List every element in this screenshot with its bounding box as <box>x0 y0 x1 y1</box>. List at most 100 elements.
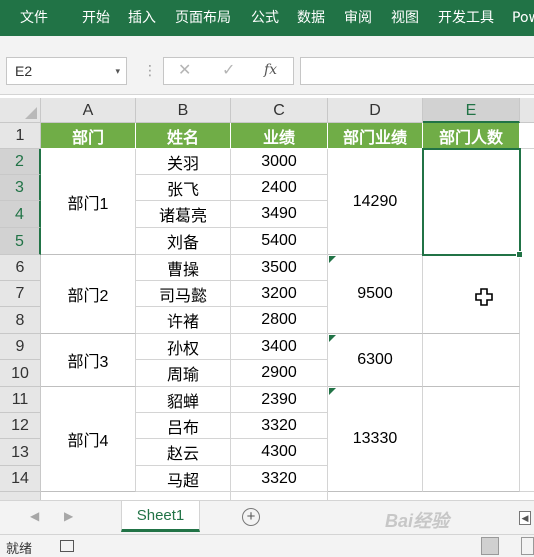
cancel-icon[interactable]: ✕ <box>178 60 191 80</box>
column-header-a[interactable]: A <box>41 98 136 123</box>
row-header-2[interactable]: 2 <box>0 149 41 175</box>
next-sheet-icon[interactable]: ▶ <box>64 509 73 523</box>
cell[interactable] <box>136 492 231 500</box>
score-cell[interactable]: 2390 <box>231 387 328 413</box>
sheet-tab-sheet1[interactable]: Sheet1 <box>121 501 200 532</box>
drag-handle-icon[interactable]: ⋮ <box>143 57 157 85</box>
cell[interactable] <box>520 149 534 492</box>
tab-home[interactable]: 开始 <box>82 0 110 36</box>
row-header-12[interactable]: 12 <box>0 413 41 439</box>
row-header-15[interactable] <box>0 492 41 500</box>
tab-view[interactable]: 视图 <box>391 0 419 36</box>
name-cell[interactable]: 许褚 <box>136 307 231 334</box>
name-cell[interactable]: 张飞 <box>136 175 231 201</box>
header-cell-department[interactable]: 部门 <box>41 123 136 149</box>
header-cell-name[interactable]: 姓名 <box>136 123 231 149</box>
formula-bar: E2 ▾ ⋮ ✕ ✓ fx <box>0 49 534 95</box>
tab-insert[interactable]: 插入 <box>128 0 156 36</box>
score-cell[interactable]: 5400 <box>231 228 328 255</box>
cell[interactable] <box>231 492 328 500</box>
header-cell-dept-count[interactable]: 部门人数 <box>423 123 520 149</box>
row-header-10[interactable]: 10 <box>0 360 41 387</box>
department-cell[interactable]: 部门4 <box>41 387 136 492</box>
tab-file[interactable]: 文件 <box>20 0 48 36</box>
name-cell[interactable]: 诸葛亮 <box>136 201 231 228</box>
score-cell[interactable]: 2900 <box>231 360 328 387</box>
department-cell[interactable]: 部门1 <box>41 149 136 255</box>
row-header-11[interactable]: 11 <box>0 387 41 413</box>
add-sheet-icon[interactable]: + <box>242 508 260 526</box>
name-cell[interactable]: 貂蝉 <box>136 387 231 413</box>
department-cell[interactable]: 部门3 <box>41 334 136 387</box>
check-icon[interactable]: ✓ <box>222 60 235 80</box>
dept-total-cell[interactable]: 6300 <box>328 334 423 387</box>
dept-count-cell[interactable] <box>423 334 520 387</box>
tab-formulas[interactable]: 公式 <box>251 0 279 36</box>
score-cell[interactable]: 3400 <box>231 334 328 360</box>
row-header-1[interactable]: 1 <box>0 123 41 149</box>
dept-count-cell[interactable] <box>423 255 520 334</box>
chevron-down-icon[interactable]: ▾ <box>115 58 120 84</box>
error-indicator-icon <box>329 256 336 263</box>
tab-page-layout[interactable]: 页面布局 <box>175 0 231 36</box>
row-header-13[interactable]: 13 <box>0 439 41 466</box>
column-header-d[interactable]: D <box>328 98 423 123</box>
header-cell-dept-score[interactable]: 部门业绩 <box>328 123 423 149</box>
name-cell[interactable]: 孙权 <box>136 334 231 360</box>
row-header-8[interactable]: 8 <box>0 307 41 334</box>
score-cell[interactable]: 3320 <box>231 466 328 492</box>
prev-sheet-icon[interactable]: ◀ <box>30 509 39 523</box>
normal-view-icon[interactable] <box>481 537 499 555</box>
dept-total-cell[interactable]: 13330 <box>328 387 423 492</box>
tab-data[interactable]: 数据 <box>297 0 325 36</box>
macro-record-icon[interactable] <box>60 540 74 552</box>
fill-handle[interactable] <box>516 251 523 258</box>
name-cell[interactable]: 周瑜 <box>136 360 231 387</box>
name-cell[interactable]: 赵云 <box>136 439 231 466</box>
row-header-7[interactable]: 7 <box>0 281 41 307</box>
row-header-3[interactable]: 3 <box>0 175 41 201</box>
score-cell[interactable]: 3320 <box>231 413 328 439</box>
name-cell[interactable]: 刘备 <box>136 228 231 255</box>
score-cell[interactable]: 4300 <box>231 439 328 466</box>
score-cell[interactable]: 2800 <box>231 307 328 334</box>
score-cell[interactable]: 3200 <box>231 281 328 307</box>
select-all-corner[interactable] <box>0 98 41 123</box>
column-header-e[interactable]: E <box>423 98 520 123</box>
column-header-c[interactable]: C <box>231 98 328 123</box>
row-header-14[interactable]: 14 <box>0 466 41 492</box>
name-cell[interactable]: 吕布 <box>136 413 231 439</box>
name-cell[interactable]: 马超 <box>136 466 231 492</box>
error-indicator-icon <box>329 335 336 342</box>
score-cell[interactable]: 2400 <box>231 175 328 201</box>
row-header-4[interactable]: 4 <box>0 201 41 228</box>
watermark-logo: Bai经验 <box>385 511 450 531</box>
name-box[interactable]: E2 ▾ <box>6 57 127 85</box>
header-cell-score[interactable]: 业绩 <box>231 123 328 149</box>
score-cell[interactable]: 3000 <box>231 149 328 175</box>
formula-input[interactable] <box>300 57 534 85</box>
dept-total-cell[interactable]: 9500 <box>328 255 423 334</box>
insert-function-icon[interactable]: fx <box>264 62 277 78</box>
page-layout-view-icon[interactable] <box>521 537 534 555</box>
column-header-f[interactable] <box>520 98 534 123</box>
column-header-b[interactable]: B <box>136 98 231 123</box>
cell-cursor-icon <box>475 288 493 306</box>
cell[interactable] <box>520 123 534 149</box>
row-header-9[interactable]: 9 <box>0 334 41 360</box>
status-bar: 就绪 <box>0 534 534 557</box>
tab-developer[interactable]: 开发工具 <box>438 0 494 36</box>
dept-count-cell[interactable] <box>423 387 520 492</box>
scroll-left-icon[interactable]: ◀ <box>519 511 531 525</box>
row-header-6[interactable]: 6 <box>0 255 41 281</box>
tab-power[interactable]: Pow <box>512 0 534 36</box>
score-cell[interactable]: 3500 <box>231 255 328 281</box>
department-cell[interactable]: 部门2 <box>41 255 136 334</box>
name-cell[interactable]: 司马懿 <box>136 281 231 307</box>
name-cell[interactable]: 曹操 <box>136 255 231 281</box>
dept-total-cell[interactable]: 14290 <box>328 149 423 255</box>
row-header-5[interactable]: 5 <box>0 228 41 255</box>
tab-review[interactable]: 审阅 <box>344 0 372 36</box>
score-cell[interactable]: 3490 <box>231 201 328 228</box>
name-cell[interactable]: 关羽 <box>136 149 231 175</box>
